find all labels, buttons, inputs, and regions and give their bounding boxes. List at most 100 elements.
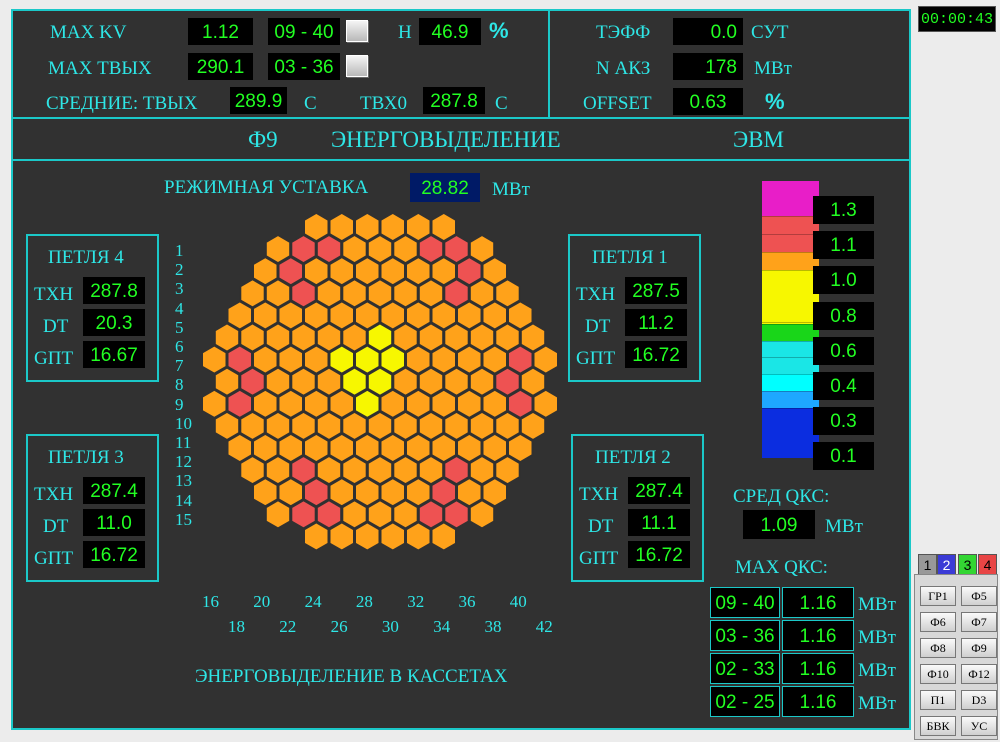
screen-button[interactable]: Ф12: [961, 664, 997, 684]
fuel-assembly-cell: [290, 499, 317, 530]
fuel-assembly-cell: [481, 300, 508, 331]
fuel-assembly-cell: [252, 344, 279, 375]
screen-navigation-panel: 1234 ГР1 Ф5 Ф6 Ф7 Ф8 Ф9 Ф10 Ф12 П1 D3 БВК УС: [914, 554, 998, 740]
fuel-assembly-cell: [367, 455, 393, 485]
avg-qkc-label: СРЕД QКС:: [733, 486, 830, 507]
fuel-assembly-cell: [328, 256, 355, 287]
fuel-assembly-cell: [405, 212, 432, 242]
nav-tab-3[interactable]: 3: [958, 554, 977, 574]
fuel-assembly-cell: [418, 322, 444, 353]
fuel-assembly-cell: [418, 411, 444, 441]
fuel-assembly-cell: [328, 344, 355, 375]
color-scale-band: [762, 252, 819, 270]
fuel-assembly-cell: [316, 278, 342, 309]
color-scale-band: [762, 270, 819, 322]
nav-tab-2[interactable]: 2: [937, 554, 956, 574]
fuel-assembly-cell: [418, 366, 444, 397]
color-scale-band: [762, 181, 819, 216]
fuel-assembly-cell: [265, 322, 291, 353]
fuel-assembly-cell: [341, 234, 368, 264]
fuel-assembly-cell: [354, 212, 381, 242]
fuel-assembly-cell: [405, 344, 432, 375]
nav-tab-1[interactable]: 1: [918, 554, 937, 574]
fuel-assembly-cell: [481, 256, 508, 287]
fuel-assembly-cell: [507, 344, 534, 375]
fuel-assembly-cell: [367, 234, 393, 264]
screen-button[interactable]: Ф6: [920, 612, 956, 632]
color-scale-band: [762, 234, 819, 252]
fuel-assembly-cell: [481, 433, 508, 463]
fuel-assembly-cell: [456, 256, 483, 287]
fuel-assembly-cell: [507, 433, 534, 463]
fuel-assembly-cell: [316, 411, 342, 441]
fuel-assembly-cell: [290, 278, 317, 309]
fuel-assembly-cell: [379, 256, 406, 287]
fuel-assembly-cell: [341, 411, 368, 441]
fuel-assembly-cell: [214, 322, 240, 353]
fuel-assembly-cell: [532, 344, 559, 375]
fuel-assembly-cell: [469, 411, 495, 441]
fuel-assembly-cell: [520, 366, 546, 397]
fuel-assembly-cell: [367, 322, 393, 353]
fuel-assembly-cell: [239, 322, 266, 353]
fuel-assembly-cell: [290, 366, 317, 397]
fuel-assembly-cell: [469, 278, 495, 309]
fuel-assembly-cell: [265, 234, 291, 264]
fuel-assembly-cell: [418, 455, 444, 485]
fuel-assembly-cell: [430, 521, 457, 552]
color-scale-band: [762, 374, 819, 391]
fuel-assembly-cell: [443, 366, 470, 397]
color-scale-band: [762, 341, 819, 357]
screen-button[interactable]: Ф7: [961, 612, 997, 632]
color-scale-label: 1.3: [813, 196, 874, 224]
screen-button[interactable]: ГР1: [920, 586, 956, 606]
fuel-assembly-cell: [277, 300, 304, 331]
fuel-assembly-cell: [316, 499, 342, 530]
fuel-assembly-cell: [405, 521, 432, 552]
fuel-assembly-cell: [354, 256, 381, 287]
fuel-assembly-cell: [367, 499, 393, 530]
screen-button[interactable]: Ф9: [961, 638, 997, 658]
fuel-assembly-cell: [443, 234, 470, 264]
max-qkc-label: MAX QКС:: [735, 557, 828, 578]
fuel-assembly-cell: [520, 411, 546, 441]
fuel-assembly-cell: [494, 278, 521, 309]
max-qkc-unit: МВт: [858, 660, 896, 681]
fuel-assembly-cell: [456, 433, 483, 463]
screen-button[interactable]: Ф5: [961, 586, 997, 606]
fuel-assembly-cell: [367, 411, 393, 441]
screen-button[interactable]: БВК: [920, 716, 956, 736]
screen-button[interactable]: УС: [961, 716, 997, 736]
fuel-assembly-cell: [494, 322, 521, 353]
fuel-assembly-cell: [214, 366, 240, 397]
max-qkc-unit: МВт: [858, 693, 896, 714]
fuel-assembly-cell: [341, 322, 368, 353]
fuel-assembly-cell: [239, 411, 266, 441]
avg-qkc-unit: МВт: [825, 516, 863, 537]
color-scale-band: [762, 391, 819, 408]
fuel-assembly-cell: [456, 388, 483, 419]
fuel-assembly-cell: [367, 278, 393, 309]
fuel-assembly-cell: [430, 300, 457, 331]
screen-button[interactable]: Ф10: [920, 664, 956, 684]
fuel-assembly-cell: [354, 300, 381, 331]
max-qkc-value: 1.16: [782, 587, 854, 618]
fuel-assembly-cell: [277, 388, 304, 419]
fuel-assembly-cell: [265, 455, 291, 485]
max-qkc-position: 02 - 25: [710, 686, 780, 717]
nav-tab-4[interactable]: 4: [978, 554, 997, 574]
fuel-assembly-cell: [239, 278, 266, 309]
fuel-assembly-cell: [328, 521, 355, 552]
screen-button[interactable]: D3: [961, 690, 997, 710]
fuel-assembly-cell: [392, 322, 419, 353]
color-scale-label: 0.1: [813, 442, 874, 471]
screen-button[interactable]: Ф8: [920, 638, 956, 658]
color-scale-label: 0.6: [813, 336, 874, 365]
fuel-assembly-cell: [469, 455, 495, 485]
screen-button[interactable]: П1: [920, 690, 956, 710]
fuel-assembly-cell: [265, 366, 291, 397]
max-qkc-position: 03 - 36: [710, 620, 780, 651]
fuel-assembly-cell: [252, 388, 279, 419]
fuel-assembly-cell: [303, 477, 330, 508]
fuel-assembly-cell: [354, 344, 381, 375]
